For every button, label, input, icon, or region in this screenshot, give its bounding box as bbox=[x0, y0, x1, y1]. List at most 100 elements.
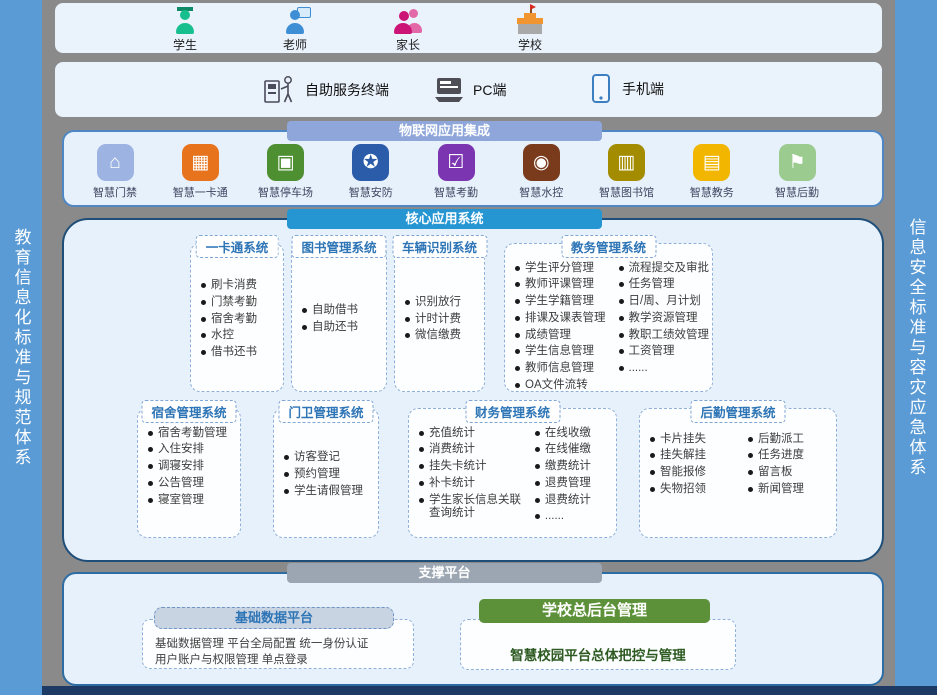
bullet-label: ...... bbox=[629, 362, 648, 376]
bullet-dot bbox=[515, 316, 520, 321]
bullet-dot bbox=[619, 349, 624, 354]
bullet-item: 退费管理 bbox=[535, 477, 616, 491]
bullet-label: 在线催缴 bbox=[545, 443, 591, 457]
bullet-item: 水控 bbox=[201, 329, 279, 343]
bullet-item: OA文件流转 bbox=[515, 379, 609, 393]
bullet-dot bbox=[515, 366, 520, 371]
access-control-icon: ⌂ bbox=[97, 144, 134, 181]
bullet-dot bbox=[148, 464, 153, 469]
core-systems-section: 核心应用系统 一卡通系统 刷卡消费门禁考勤宿舍考勤水控借书还书 图书管理系统 自… bbox=[62, 218, 884, 562]
bullet-dot bbox=[515, 299, 520, 304]
card-title: 一卡通系统 bbox=[196, 235, 279, 258]
bullet-label: 任务管理 bbox=[629, 278, 675, 292]
bullet-label: 入住安排 bbox=[158, 443, 204, 457]
bullet-item: 日/周、月计划 bbox=[619, 295, 713, 309]
bullet-label: ...... bbox=[545, 510, 564, 524]
card-onecard-system: 一卡通系统 刷卡消费门禁考勤宿舍考勤水控借书还书 bbox=[190, 243, 284, 392]
bullet-label: 后勤派工 bbox=[758, 433, 804, 447]
bullet-dot bbox=[201, 333, 206, 338]
bullet-dot bbox=[535, 431, 540, 436]
iot-item-logistics: ⚑ 智慧后勤 bbox=[761, 144, 833, 200]
bullet-item: 计时计费 bbox=[405, 313, 480, 327]
bullet-item: 智能报修 bbox=[650, 466, 734, 480]
bullet-dot bbox=[419, 447, 424, 452]
bullet-label: 刷卡消费 bbox=[211, 279, 257, 293]
user-item-parents: 家长 bbox=[376, 8, 440, 53]
bullet-dot bbox=[650, 437, 655, 442]
iot-items-row: ⌂ 智慧门禁 ▦ 智慧一卡通 ▣ 智慧停车场 ✪ 智慧安防 ☑ 智慧考勤 ◉ 智… bbox=[64, 132, 882, 200]
bullet-item: 教师信息管理 bbox=[515, 362, 609, 376]
bullet-label: 调寝安排 bbox=[158, 460, 204, 474]
bullet-label: 水控 bbox=[211, 329, 234, 343]
parents-icon bbox=[392, 8, 424, 34]
bullet-dot bbox=[515, 282, 520, 287]
iot-item-onecard: ▦ 智慧一卡通 bbox=[164, 144, 236, 200]
bullet-item: 退费统计 bbox=[535, 494, 616, 508]
bullet-dot bbox=[535, 464, 540, 469]
card-academic-admin-system: 教务管理系统 学生评分管理教师评课管理学生学籍管理排课及课表管理成绩管理学生信息… bbox=[504, 243, 713, 392]
iot-item-library: ▥ 智慧图书馆 bbox=[591, 144, 663, 200]
bullet-item: 门禁考勤 bbox=[201, 296, 279, 310]
access-label: 自助服务终端 bbox=[305, 80, 389, 100]
attendance-icon: ☑ bbox=[438, 144, 475, 181]
bullet-label: 任务进度 bbox=[758, 449, 804, 463]
bullet-dot bbox=[748, 453, 753, 458]
bullet-dot bbox=[535, 498, 540, 503]
bullet-item: 新闻管理 bbox=[748, 483, 832, 497]
bullet-dot bbox=[619, 333, 624, 338]
iot-item-academic: ▤ 智慧教务 bbox=[676, 144, 748, 200]
iot-item-access-control: ⌂ 智慧门禁 bbox=[79, 144, 151, 200]
user-item-student: 学生 bbox=[153, 8, 217, 53]
bullet-dot bbox=[535, 514, 540, 519]
school-backend-admin-box: 智慧校园平台总体把控与管理 bbox=[460, 619, 736, 670]
bullet-label: 工资管理 bbox=[629, 345, 675, 359]
bullet-label: 挂失卡统计 bbox=[429, 460, 487, 474]
bullet-dot bbox=[284, 489, 289, 494]
bullet-item: 挂失解挂 bbox=[650, 449, 734, 463]
bullet-dot bbox=[419, 498, 424, 503]
bullet-dot bbox=[650, 487, 655, 492]
card-gatekeeper-system: 门卫管理系统 访客登记预约管理学生请假管理 bbox=[273, 408, 379, 538]
bullet-dot bbox=[405, 317, 410, 322]
bullet-item: 任务进度 bbox=[748, 449, 832, 463]
bullet-label: 学生家长信息关联查询统计 bbox=[429, 494, 525, 522]
bullet-item: 在线收缴 bbox=[535, 427, 616, 441]
bullet-dot bbox=[748, 487, 753, 492]
bullet-item: 识别放行 bbox=[405, 296, 480, 310]
bullet-item: 失物招领 bbox=[650, 483, 734, 497]
bullet-label: 挂失解挂 bbox=[660, 449, 706, 463]
bullet-label: 退费管理 bbox=[545, 477, 591, 491]
bullet-label: 教师信息管理 bbox=[525, 362, 594, 376]
bullet-label: 卡片挂失 bbox=[660, 433, 706, 447]
bullet-dot bbox=[535, 481, 540, 486]
user-item-school: 学校 bbox=[498, 8, 562, 53]
bullet-item: 宿舍考勤 bbox=[201, 313, 279, 327]
bullet-item: 流程提交及审批 bbox=[619, 262, 713, 276]
card-title: 门卫管理系统 bbox=[278, 400, 373, 423]
card-items-col1: 充值统计消费统计挂失卡统计补卡统计学生家长信息关联查询统计 bbox=[409, 409, 525, 537]
bullet-label: 教学资源管理 bbox=[629, 312, 698, 326]
bullet-item: 工资管理 bbox=[619, 345, 713, 359]
card-title: 车辆识别系统 bbox=[392, 235, 487, 258]
bullet-label: 排课及课表管理 bbox=[525, 312, 606, 326]
bullet-dot bbox=[619, 366, 624, 371]
teacher-icon bbox=[281, 8, 309, 34]
onecard-icon: ▦ bbox=[182, 144, 219, 181]
bullet-label: 消费统计 bbox=[429, 443, 475, 457]
bullet-item: 充值统计 bbox=[419, 427, 525, 441]
bullet-label: 寝室管理 bbox=[158, 494, 204, 508]
bullet-label: 访客登记 bbox=[294, 451, 340, 465]
bullet-dot bbox=[619, 266, 624, 271]
bullet-dot bbox=[148, 481, 153, 486]
bullet-label: 退费统计 bbox=[545, 494, 591, 508]
bullet-label: 学生请假管理 bbox=[294, 485, 363, 499]
bullet-label: 教师评课管理 bbox=[525, 278, 594, 292]
core-section-header: 核心应用系统 bbox=[287, 209, 602, 229]
bullet-dot bbox=[284, 455, 289, 460]
bullet-dot bbox=[302, 325, 307, 330]
bullet-item: 入住安排 bbox=[148, 443, 236, 457]
bullet-label: 日/周、月计划 bbox=[629, 295, 701, 309]
bullet-label: 预约管理 bbox=[294, 468, 340, 482]
bullet-item: 在线催缴 bbox=[535, 443, 616, 457]
pc-icon bbox=[433, 77, 465, 103]
